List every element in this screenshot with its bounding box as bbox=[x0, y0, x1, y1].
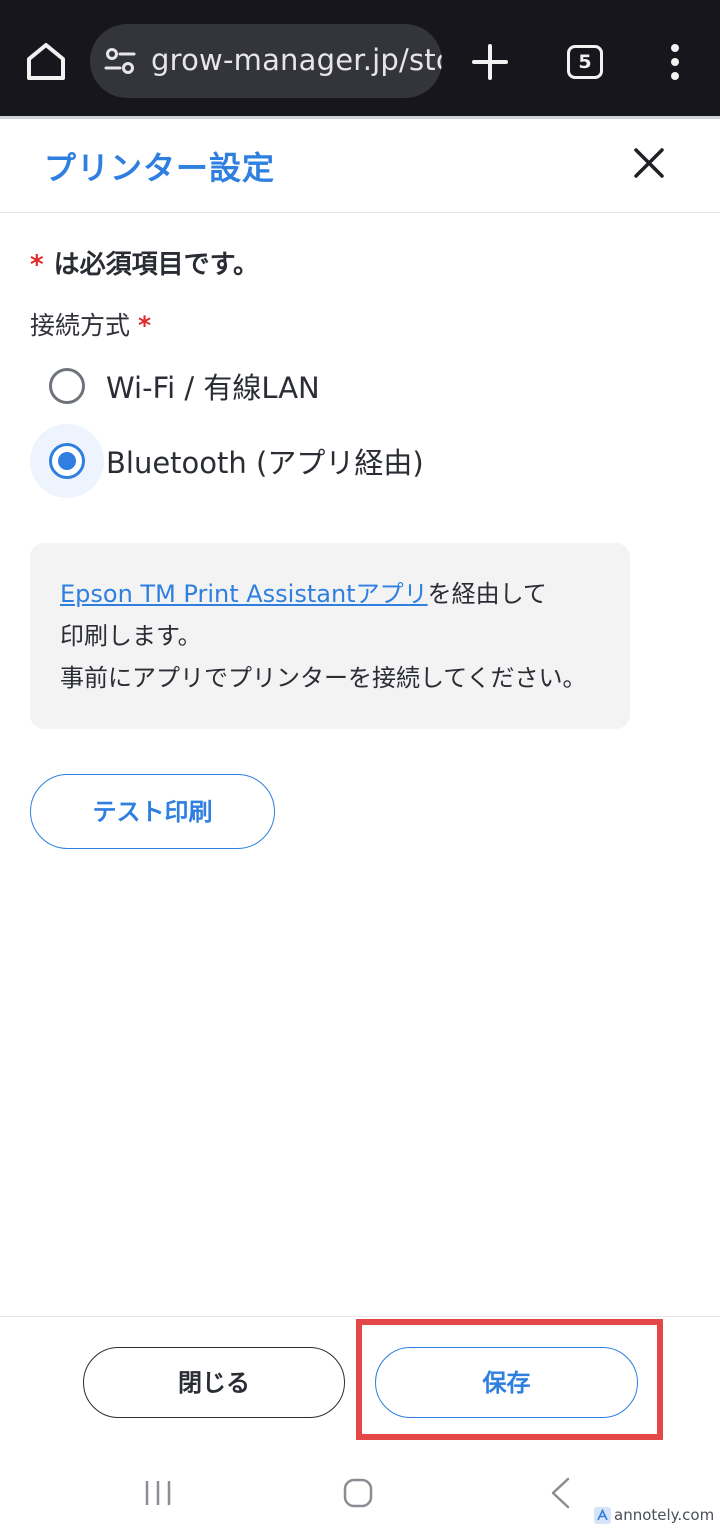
close-icon[interactable] bbox=[626, 140, 672, 186]
info-line-1: Epson TM Print Assistantアプリを経由して bbox=[60, 573, 600, 615]
annotation-highlight-box bbox=[356, 1319, 663, 1440]
radio-label-bluetooth[interactable]: Bluetooth (アプリ経由) bbox=[106, 440, 424, 482]
required-note-text: は必須項目です。 bbox=[53, 250, 260, 280]
tab-switcher-button[interactable]: 5 bbox=[567, 45, 603, 79]
info-text: を経由して bbox=[427, 580, 547, 608]
dialog-title: プリンター設定 bbox=[44, 149, 276, 187]
back-icon[interactable] bbox=[548, 1476, 572, 1510]
new-tab-icon[interactable] bbox=[470, 42, 510, 82]
radio-unchecked-icon bbox=[49, 368, 85, 404]
system-navigation-bar bbox=[0, 1450, 720, 1538]
header-divider bbox=[0, 212, 720, 213]
connection-method-text: 接続方式 bbox=[30, 311, 131, 340]
browser-toolbar: grow-manager.jp/stc 5 bbox=[0, 0, 720, 116]
required-star: * bbox=[138, 311, 152, 340]
watermark-text: annotely.com bbox=[614, 1506, 715, 1524]
info-line-3: 事前にアプリでプリンターを接続してください。 bbox=[60, 664, 587, 692]
info-box: Epson TM Print Assistantアプリを経由して 印刷します。 … bbox=[30, 543, 630, 729]
site-settings-icon[interactable] bbox=[104, 47, 136, 75]
radio-button[interactable] bbox=[30, 424, 104, 498]
toolbar-divider bbox=[0, 116, 720, 119]
info-line-2: 印刷します。 bbox=[60, 622, 202, 650]
radio-button[interactable] bbox=[30, 349, 104, 423]
annotely-logo-icon bbox=[594, 1506, 611, 1524]
close-button[interactable]: 閉じる bbox=[83, 1347, 345, 1418]
footer-divider bbox=[0, 1316, 720, 1317]
address-bar[interactable]: grow-manager.jp/stc bbox=[90, 24, 442, 98]
radio-option-wifi[interactable]: Wi-Fi / 有線LAN bbox=[30, 349, 320, 423]
radio-option-bluetooth[interactable]: Bluetooth (アプリ経由) bbox=[30, 424, 424, 498]
test-print-button[interactable]: テスト印刷 bbox=[30, 774, 275, 849]
radio-dot bbox=[58, 452, 76, 470]
required-star: * bbox=[30, 250, 44, 280]
watermark: annotely.com bbox=[594, 1506, 714, 1524]
radio-label-wifi[interactable]: Wi-Fi / 有線LAN bbox=[106, 365, 320, 407]
recent-apps-icon[interactable] bbox=[143, 1478, 173, 1508]
radio-checked-icon bbox=[49, 443, 85, 479]
app-link[interactable]: Epson TM Print Assistantアプリ bbox=[60, 580, 428, 608]
url-text[interactable]: grow-manager.jp/stc bbox=[151, 43, 442, 77]
required-note: * は必須項目です。 bbox=[30, 244, 259, 281]
home-button-icon[interactable] bbox=[342, 1477, 374, 1509]
home-icon[interactable] bbox=[22, 38, 70, 86]
connection-method-label: 接続方式 * bbox=[30, 306, 151, 342]
more-menu-icon[interactable] bbox=[660, 42, 690, 82]
